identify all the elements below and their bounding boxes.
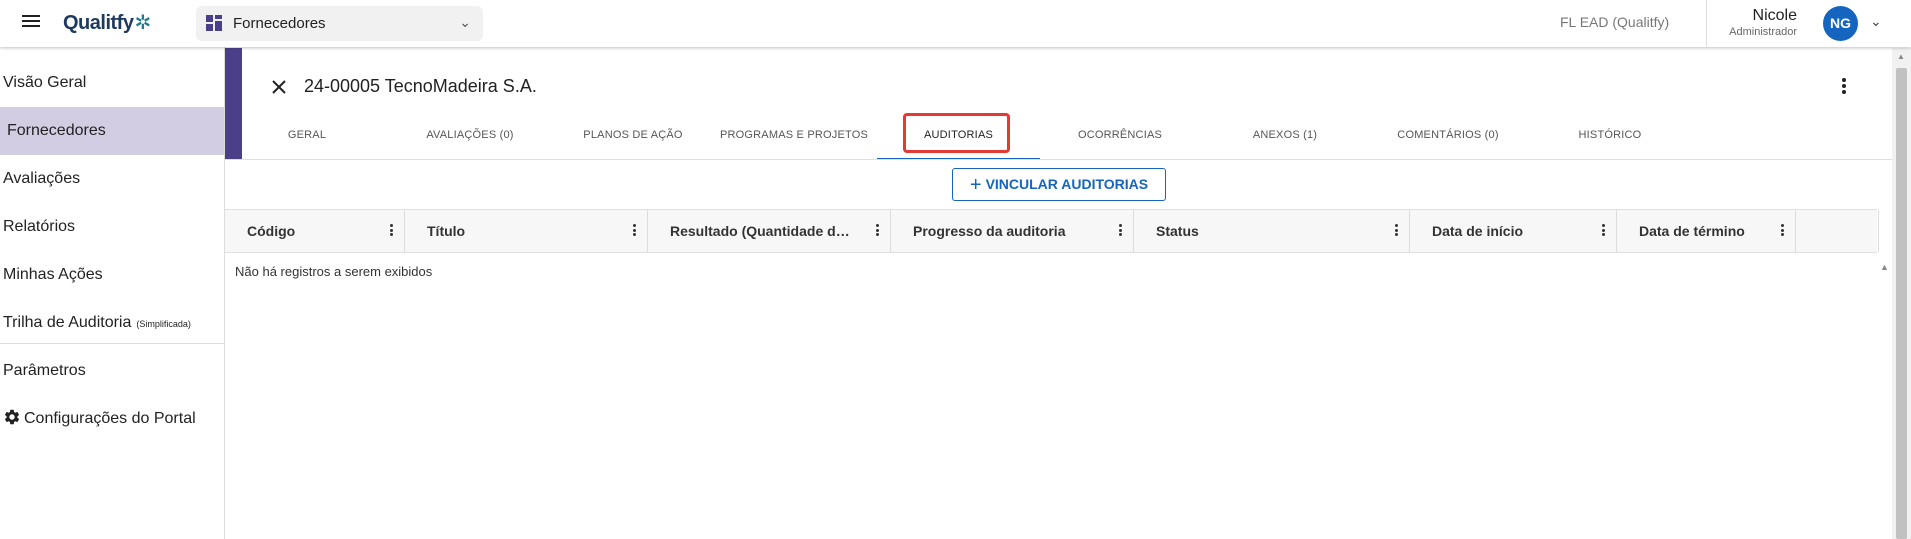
tab-highlight-annotation bbox=[903, 113, 1010, 153]
column-menu-icon[interactable] bbox=[1602, 224, 1606, 238]
more-vert-icon[interactable] bbox=[1837, 76, 1851, 98]
sidebar-item-parametros[interactable]: Parâmetros bbox=[0, 347, 224, 395]
column-menu-icon[interactable] bbox=[1395, 224, 1399, 238]
sidebar-item-label: Parâmetros bbox=[3, 362, 86, 379]
column-header-progresso[interactable]: Progresso da auditoria bbox=[891, 210, 1134, 252]
sidebar-item-label: Avaliações bbox=[3, 170, 81, 187]
sidebar-item-label: Trilha de Auditoria bbox=[3, 314, 132, 331]
grid-header: Código Título Resultado (Quantidade de p… bbox=[225, 209, 1879, 253]
sidebar-item-label: Fornecedores bbox=[7, 122, 106, 139]
user-name: Nicole bbox=[1752, 7, 1797, 24]
sidebar-item-sublabel: (Simplificada) bbox=[136, 319, 191, 329]
divider bbox=[1706, 0, 1707, 47]
sidebar-item-fornecedores[interactable]: Fornecedores bbox=[0, 107, 224, 155]
record-title: 24-00005 TecnoMadeira S.A. bbox=[304, 76, 537, 96]
column-label: Progresso da auditoria bbox=[913, 223, 1066, 239]
sidebar-item-label: Relatórios bbox=[3, 218, 76, 235]
column-menu-icon[interactable] bbox=[633, 224, 637, 238]
tab-label: ANEXOS (1) bbox=[1252, 129, 1318, 141]
tab-avaliacoes[interactable]: AVALIAÇÕES (0) bbox=[400, 114, 540, 160]
sidebar-item-visao-geral[interactable]: Visão Geral bbox=[0, 59, 224, 107]
top-app-bar: Qualitfy✲ Fornecedores ⌄ FL EAD (Qualitf… bbox=[0, 0, 1911, 47]
column-header-data-termino[interactable]: Data de término bbox=[1617, 210, 1796, 252]
page-scrollbar[interactable]: ▲ bbox=[1892, 48, 1911, 539]
tab-label: COMENTÁRIOS (0) bbox=[1397, 129, 1499, 141]
column-header-titulo[interactable]: Título bbox=[405, 210, 648, 252]
column-header-status[interactable]: Status bbox=[1134, 210, 1410, 252]
tab-label: PROGRAMAS E PROJETOS bbox=[719, 129, 869, 141]
sidebar: Visão Geral Fornecedores Avaliações Rela… bbox=[0, 47, 225, 539]
column-label: Título bbox=[427, 223, 466, 239]
tab-planos-de-acao[interactable]: PLANOS DE AÇÃO bbox=[563, 114, 703, 160]
tab-programas-e-projetos[interactable]: PROGRAMAS E PROJETOS bbox=[714, 114, 874, 160]
close-icon[interactable] bbox=[268, 76, 290, 98]
column-label: Código bbox=[247, 223, 296, 239]
logo-mark-icon: ✲ bbox=[134, 12, 151, 34]
module-selector-label: Fornecedores bbox=[233, 15, 326, 32]
logo-text: Qualitfy bbox=[63, 12, 134, 34]
record-accent-bar bbox=[225, 48, 242, 159]
vincular-auditorias-label: VINCULAR AUDITORIAS bbox=[985, 176, 1149, 192]
tab-label: HISTÓRICO bbox=[1578, 129, 1642, 141]
avatar[interactable]: NG bbox=[1823, 6, 1858, 41]
tab-label: GERAL bbox=[287, 129, 327, 141]
scroll-up-icon[interactable]: ▲ bbox=[1897, 52, 1905, 61]
tab-historico[interactable]: HISTÓRICO bbox=[1540, 114, 1680, 160]
sidebar-item-configuracoes-portal[interactable]: Configurações do Portal bbox=[0, 395, 224, 443]
tab-label: AVALIAÇÕES (0) bbox=[426, 129, 514, 141]
tab-label: OCORRÊNCIAS bbox=[1077, 129, 1163, 141]
column-label: Data de início bbox=[1432, 223, 1524, 239]
chevron-down-icon: ⌄ bbox=[459, 14, 471, 30]
grid-empty-message: Não há registros a serem exibidos bbox=[235, 264, 433, 279]
column-label: Resultado (Quantidade de pontos) bbox=[670, 223, 850, 239]
column-header-data-inicio[interactable]: Data de início bbox=[1410, 210, 1617, 252]
tab-comentarios[interactable]: COMENTÁRIOS (0) bbox=[1368, 114, 1528, 160]
column-header-resultado[interactable]: Resultado (Quantidade de pontos) bbox=[648, 210, 891, 252]
column-menu-icon[interactable] bbox=[1119, 224, 1123, 238]
tab-ocorrencias[interactable]: OCORRÊNCIAS bbox=[1050, 114, 1190, 160]
grid-scroll-up-icon[interactable]: ▲ bbox=[1880, 262, 1889, 272]
gear-icon bbox=[4, 409, 20, 425]
tab-anexos[interactable]: ANEXOS (1) bbox=[1215, 114, 1355, 160]
user-role: Administrador bbox=[1729, 26, 1797, 38]
hamburger-menu-icon[interactable] bbox=[20, 12, 42, 34]
sidebar-item-relatorios[interactable]: Relatórios bbox=[0, 203, 224, 251]
sidebar-divider bbox=[0, 343, 224, 344]
sidebar-item-trilha-auditoria[interactable]: Trilha de Auditoria (Simplificada) bbox=[0, 299, 224, 347]
column-menu-icon[interactable] bbox=[876, 224, 880, 238]
tab-label: PLANOS DE AÇÃO bbox=[583, 129, 683, 141]
module-selector[interactable]: Fornecedores ⌄ bbox=[196, 6, 483, 41]
plus-icon: + bbox=[969, 174, 982, 196]
column-header-codigo[interactable]: Código bbox=[225, 210, 405, 252]
sidebar-item-minhas-acoes[interactable]: Minhas Ações bbox=[0, 251, 224, 299]
column-header-actions bbox=[1796, 210, 1879, 252]
column-menu-icon[interactable] bbox=[390, 224, 394, 238]
tab-geral[interactable]: GERAL bbox=[242, 114, 372, 160]
scrollbar-thumb[interactable] bbox=[1896, 68, 1907, 539]
sidebar-item-avaliacoes[interactable]: Avaliações bbox=[0, 155, 224, 203]
sidebar-item-label: Minhas Ações bbox=[3, 266, 103, 283]
qualitfy-logo[interactable]: Qualitfy✲ bbox=[63, 10, 151, 35]
column-menu-icon[interactable] bbox=[1781, 224, 1785, 238]
user-menu-chevron-icon[interactable]: ⌄ bbox=[1870, 13, 1882, 30]
column-label: Data de término bbox=[1639, 223, 1745, 239]
tabs-divider bbox=[225, 159, 1892, 160]
grid-apps-icon bbox=[206, 15, 222, 31]
sidebar-item-label: Visão Geral bbox=[3, 74, 87, 91]
column-label: Status bbox=[1156, 223, 1199, 239]
sidebar-item-label: Configurações do Portal bbox=[24, 410, 196, 427]
vincular-auditorias-button[interactable]: + VINCULAR AUDITORIAS bbox=[952, 168, 1166, 201]
tenant-name[interactable]: FL EAD (Qualitfy) bbox=[1560, 14, 1669, 30]
